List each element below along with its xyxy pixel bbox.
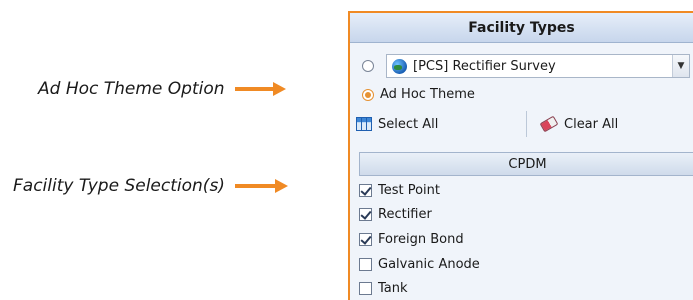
globe-icon (392, 58, 407, 74)
clear-all-label: Clear All (564, 116, 619, 132)
arrow-right-icon (234, 179, 288, 193)
arrow-right-icon (234, 82, 286, 96)
clear-all-button[interactable]: Clear All (527, 111, 618, 137)
facility-types-panel: Facility Types [PCS] Rectifier Survey ▼ … (348, 11, 693, 300)
test-point-checkbox[interactable] (359, 183, 372, 197)
list-item-test-point[interactable]: Test Point (359, 178, 693, 203)
survey-select[interactable]: [PCS] Rectifier Survey ▼ (386, 54, 690, 78)
list-item-label: Galvanic Anode (378, 256, 480, 272)
survey-select-value: [PCS] Rectifier Survey (413, 58, 556, 74)
list-item-rectifier[interactable]: Rectifier (359, 203, 693, 228)
list-item-tank[interactable]: Tank (359, 276, 693, 300)
callout-label: Facility Type Selection(s) (13, 176, 225, 196)
panel-title: Facility Types (350, 13, 693, 43)
select-all-button[interactable]: Select All (356, 111, 526, 137)
tank-checkbox[interactable] (359, 282, 372, 296)
ad-hoc-theme-option[interactable]: Ad Hoc Theme (362, 87, 475, 102)
selection-toolbar: Select All Clear All (356, 111, 693, 137)
ad-hoc-theme-radio[interactable] (362, 88, 374, 101)
callout-label: Ad Hoc Theme Option (38, 79, 225, 99)
group-header-cpdm[interactable]: CPDM (359, 152, 693, 176)
select-all-label: Select All (378, 116, 439, 132)
list-item-foreign-bond[interactable]: Foreign Bond (359, 227, 693, 252)
ad-hoc-theme-label: Ad Hoc Theme (380, 87, 475, 102)
list-item-label: Rectifier (378, 207, 432, 223)
rectifier-checkbox[interactable] (359, 208, 372, 222)
list-item-galvanic-anode[interactable]: Galvanic Anode (359, 252, 693, 277)
dropdown-arrow-icon[interactable]: ▼ (672, 55, 689, 77)
callout-facility-type-selection: Facility Type Selection(s) (13, 176, 288, 196)
group-title: CPDM (508, 156, 547, 172)
list-item-label: Foreign Bond (378, 231, 464, 247)
facility-type-list: Test Point Rectifier Foreign Bond Galvan… (359, 178, 693, 300)
eraser-icon (539, 115, 559, 133)
survey-theme-radio[interactable] (362, 60, 374, 72)
table-grid-icon (356, 117, 372, 131)
list-item-label: Tank (378, 281, 408, 297)
foreign-bond-checkbox[interactable] (359, 232, 372, 246)
galvanic-anode-checkbox[interactable] (359, 257, 372, 271)
callout-ad-hoc-theme-option: Ad Hoc Theme Option (38, 79, 286, 99)
list-item-label: Test Point (378, 182, 441, 198)
survey-theme-option[interactable] (362, 60, 374, 72)
